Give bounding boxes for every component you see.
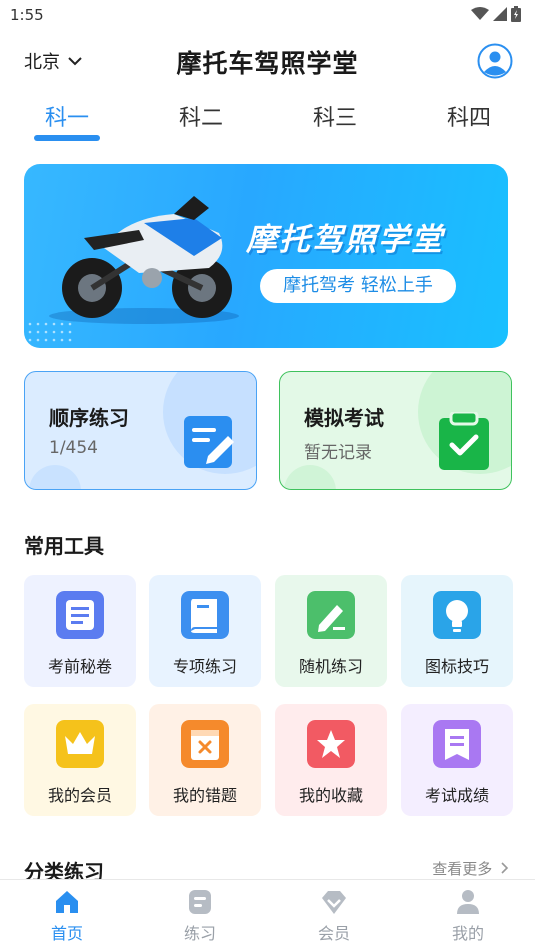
promo-banner[interactable]: 摩托驾照学堂 摩托驾考 轻松上手 — [24, 164, 508, 348]
tool-label: 图标技巧 — [424, 657, 489, 676]
status-icons — [471, 6, 521, 22]
sequential-practice-progress: 1/454 — [49, 438, 98, 458]
battery-icon — [511, 6, 521, 22]
crown-icon — [56, 720, 104, 768]
tool-label: 我的收藏 — [298, 786, 363, 805]
mock-exam-status: 暂无记录 — [304, 443, 372, 463]
profile-icon — [457, 890, 479, 914]
nav-membership[interactable]: 会员 — [294, 888, 374, 944]
tool-sign-tips[interactable]: 图标技巧 — [401, 575, 513, 687]
nav-home[interactable]: 首页 — [27, 888, 107, 944]
nav-practice[interactable]: 练习 — [160, 888, 240, 944]
star-icon — [307, 720, 355, 768]
tool-label: 考试成绩 — [424, 786, 489, 805]
wifi-icon — [471, 7, 489, 20]
tools-section-title: 常用工具 — [24, 534, 104, 558]
tool-label: 考前秘卷 — [47, 657, 112, 676]
nav-profile-label: 我的 — [451, 924, 484, 943]
tool-exam-secrets[interactable]: 考前秘卷 — [24, 575, 136, 687]
tab-indicator — [34, 135, 100, 141]
tool-label: 我的错题 — [172, 786, 237, 805]
view-more-label: 查看更多 — [432, 860, 493, 878]
tool-random-practice[interactable]: 随机练习 — [275, 575, 387, 687]
status-time: 1:55 — [10, 6, 44, 24]
nav-practice-label: 练习 — [183, 924, 216, 943]
status-bar: 1:55 — [0, 0, 535, 32]
tab-subject-3[interactable]: 科三 — [295, 100, 375, 132]
user-avatar-icon[interactable] — [477, 43, 513, 79]
clipboard-check-icon — [439, 412, 489, 470]
view-more-link[interactable]: 查看更多 — [432, 858, 509, 879]
tool-wrong-questions[interactable]: 我的错题 — [149, 704, 261, 816]
banner-title: 摩托驾照学堂 — [246, 222, 444, 258]
edit-note-icon — [184, 416, 234, 468]
tab-subject-1[interactable]: 科一 — [27, 100, 107, 132]
score-sheet-icon — [433, 720, 481, 768]
motorcycle-image — [49, 196, 239, 324]
tool-label: 专项练习 — [172, 657, 237, 676]
tool-favorites[interactable]: 我的收藏 — [275, 704, 387, 816]
tool-label: 我的会员 — [47, 786, 112, 805]
signal-icon — [493, 7, 507, 21]
bottom-navigation: 首页 练习 会员 我的 — [0, 879, 535, 951]
nav-home-label: 首页 — [50, 924, 83, 943]
nav-membership-label: 会员 — [317, 924, 350, 943]
sequential-practice-card[interactable]: 顺序练习 1/454 — [24, 371, 257, 490]
chevron-right-icon — [501, 862, 509, 874]
pencil-paper-icon — [307, 591, 355, 639]
banner-subtitle: 摩托驾考 轻松上手 — [260, 269, 456, 303]
top-header: 北京 摩托车驾照学堂 — [0, 38, 535, 84]
dot-pattern-decoration — [28, 322, 72, 342]
mock-exam-title: 模拟考试 — [304, 406, 384, 430]
wrong-note-icon — [181, 720, 229, 768]
app-title: 摩托车驾照学堂 — [176, 49, 359, 78]
tab-subject-4[interactable]: 科四 — [429, 100, 509, 132]
tool-label: 随机练习 — [298, 657, 363, 676]
book-icon — [181, 591, 229, 639]
mock-exam-card[interactable]: 模拟考试 暂无记录 — [279, 371, 512, 490]
subject-tabs: 科一 科二 科三 科四 — [0, 100, 535, 146]
sequential-practice-title: 顺序练习 — [49, 406, 129, 430]
tool-special-practice[interactable]: 专项练习 — [149, 575, 261, 687]
scroll-icon — [56, 591, 104, 639]
tool-exam-scores[interactable]: 考试成绩 — [401, 704, 513, 816]
tool-membership[interactable]: 我的会员 — [24, 704, 136, 816]
practice-icon — [189, 890, 211, 914]
home-icon — [56, 891, 78, 913]
nav-profile[interactable]: 我的 — [428, 888, 508, 944]
diamond-icon — [322, 891, 346, 914]
tab-subject-2[interactable]: 科二 — [161, 100, 241, 132]
lightbulb-icon — [433, 591, 481, 639]
